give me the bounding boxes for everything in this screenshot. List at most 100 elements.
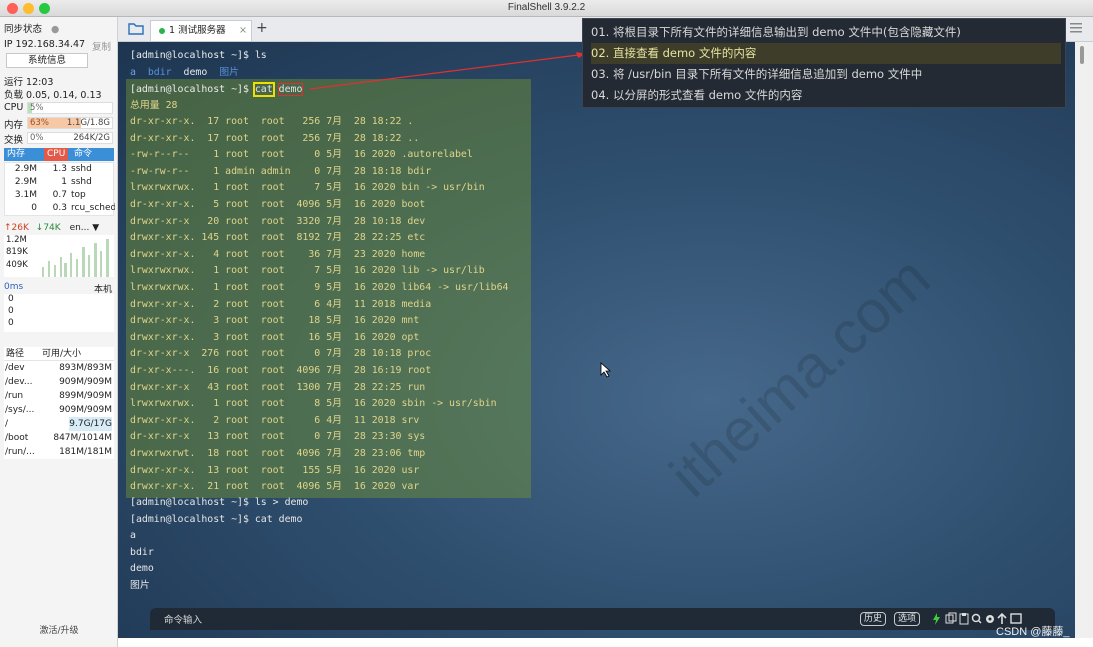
process-row[interactable]: 2.9M 1 sshd	[5, 176, 113, 189]
command-input-bar[interactable]: 命令输入 历史 选项	[150, 608, 1055, 630]
tab-label: 1 测试服务器	[169, 25, 226, 36]
disk-table-header: 路径 可用/大小	[4, 347, 114, 361]
disk-size: 893M/893M	[59, 363, 112, 373]
process-row[interactable]: 0 0.3 rcu_sched	[5, 202, 115, 215]
process-table-header: 内存 CPU 命令	[4, 148, 114, 161]
cpu-value: 5%	[30, 103, 44, 113]
add-tab-button[interactable]: +	[256, 20, 268, 36]
disk-size: 899M/909M	[59, 391, 112, 401]
mem-label: 内存	[4, 120, 24, 131]
proc-mem: 0	[31, 203, 37, 213]
sync-status-icon: ●	[51, 24, 60, 35]
mem-bar: 63% 1.1G/1.8G	[27, 117, 113, 129]
lightning-icon[interactable]	[933, 613, 940, 625]
mem-value: 1.1G/1.8G	[66, 118, 110, 128]
disk-row[interactable]: /boot 847M/1014M	[4, 431, 114, 445]
disk-row[interactable]: / 9.7G/17G	[4, 417, 114, 431]
proc-cpu: 1	[61, 177, 67, 187]
note-item: 01. 将根目录下所有文件的详细信息输出到 demo 文件中(包含隐藏文件)	[591, 25, 961, 39]
latency-scale-mid: 0	[8, 306, 14, 316]
proc-mem: 2.9M	[14, 177, 37, 187]
proc-col-cpu[interactable]: CPU	[44, 148, 69, 161]
cpu-bar: 5%	[27, 102, 113, 114]
annotation-arrow	[309, 52, 587, 90]
swap-value: 264K/2G	[73, 133, 110, 143]
disk-path: /run	[5, 391, 24, 401]
search-icon[interactable]	[971, 613, 982, 624]
proc-cmd: sshd	[71, 177, 92, 187]
disk-size: 909M/909M	[59, 405, 112, 415]
proc-cmd: rcu_sched	[71, 203, 115, 213]
latency-scale-low: 0	[8, 318, 14, 328]
disk-path: /dev	[5, 363, 25, 373]
network-graph: 1.2M 819K 409K	[4, 235, 114, 277]
disk-path: /boot	[5, 433, 29, 443]
ip-address: IP 192.168.34.47	[4, 39, 85, 50]
swap-bar: 0% 264K/2G	[27, 132, 113, 144]
chevron-down-icon[interactable]: ▼	[92, 223, 99, 233]
proc-col-cmd[interactable]: 命令	[74, 148, 92, 161]
terminal[interactable]: itheima.com [admin@localhost ~]$ ls a bd…	[118, 42, 1075, 638]
copy-ip-button[interactable]: 复制	[92, 39, 111, 53]
disk-row[interactable]: /sys/... 909M/909M	[4, 403, 114, 417]
disk-row[interactable]: /dev... 909M/909M	[4, 375, 114, 389]
latency-scale-top: 0	[8, 294, 14, 304]
activate-upgrade-link[interactable]: 激活/升级	[0, 623, 118, 636]
process-row[interactable]: 3.1M 0.7 top	[5, 189, 113, 202]
proc-mem: 3.1M	[14, 190, 37, 200]
process-table: 2.9M 1.3 sshd 2.9M 1 sshd 3.1M 0.7 top 0…	[4, 162, 115, 216]
command-input-label[interactable]: 命令输入	[164, 612, 202, 626]
proc-cpu: 0.7	[52, 190, 67, 200]
hamburger-menu-icon[interactable]	[1070, 22, 1082, 36]
note-item: 03. 将 /usr/bin 目录下所有文件的详细信息追加到 demo 文件中	[591, 67, 923, 81]
net-up: ↑26K	[4, 223, 29, 233]
network-header: ↑26K ↓74K en... ▼	[4, 223, 114, 233]
disk-row[interactable]: /run 899M/909M	[4, 389, 114, 403]
disk-path: /	[5, 419, 9, 429]
proc-cpu: 0.3	[52, 203, 67, 213]
window-icon[interactable]	[1010, 613, 1022, 624]
copy-icon[interactable]	[945, 612, 957, 624]
latency-value: 0ms	[4, 282, 24, 292]
latency-graph: 0 0 0	[4, 294, 114, 332]
disk-col-size[interactable]: 可用/大小	[42, 347, 81, 361]
sidebar: 同步状态 ● IP 192.168.34.47 复制 系统信息 运行 12:03…	[0, 17, 118, 647]
scrollbar-thumb[interactable]	[1080, 46, 1084, 64]
disk-row[interactable]: /dev 893M/893M	[4, 361, 114, 375]
uptime: 运行 12:03	[4, 77, 54, 88]
mem-percent: 63%	[30, 118, 49, 128]
net-interface-select[interactable]: en...	[70, 223, 90, 233]
mouse-cursor-icon	[600, 362, 612, 378]
tab-test-server[interactable]: 1 测试服务器 ×	[150, 20, 252, 41]
paste-icon[interactable]	[959, 613, 969, 625]
terminal-scrollbar[interactable]	[1075, 42, 1093, 638]
latency-header: 0ms 本机	[4, 282, 114, 295]
disk-col-path[interactable]: 路径	[6, 347, 24, 361]
gear-icon[interactable]	[986, 615, 994, 623]
disk-path: /sys/...	[5, 405, 35, 415]
folder-icon[interactable]	[128, 22, 144, 38]
network-bars	[42, 239, 109, 277]
net-scale-top: 1.2M	[6, 235, 27, 245]
disk-size: 9.7G/17G	[69, 417, 112, 431]
process-row[interactable]: 2.9M 1.3 sshd	[5, 163, 113, 176]
disk-path: /dev...	[5, 377, 33, 387]
options-button[interactable]: 选项	[894, 612, 921, 626]
disk-row[interactable]: /run/... 181M/181M	[4, 445, 114, 459]
window-title: FinalShell 3.9.2.2	[507, 2, 586, 13]
task-notes-panel: 01. 将根目录下所有文件的详细信息输出到 demo 文件中(包含隐藏文件) 0…	[582, 18, 1066, 108]
cpu-label: CPU	[4, 102, 24, 113]
system-info-button[interactable]: 系统信息	[6, 53, 88, 68]
proc-cmd: top	[71, 190, 86, 200]
close-icon[interactable]: ×	[239, 21, 247, 41]
disk-size: 847M/1014M	[53, 433, 112, 443]
net-down: ↓74K	[35, 223, 61, 233]
proc-col-mem[interactable]: 内存	[7, 148, 25, 161]
swap-label: 交换	[4, 135, 24, 146]
history-button[interactable]: 历史	[860, 612, 887, 626]
ip-label: IP 192.168.34.47	[4, 39, 86, 50]
note-item-active: 02. 直接查看 demo 文件的内容	[591, 43, 1061, 64]
sync-status: 同步状态 ●	[4, 21, 59, 35]
net-scale-low: 409K	[6, 260, 28, 270]
sync-status-label: 同步状态	[4, 24, 43, 35]
